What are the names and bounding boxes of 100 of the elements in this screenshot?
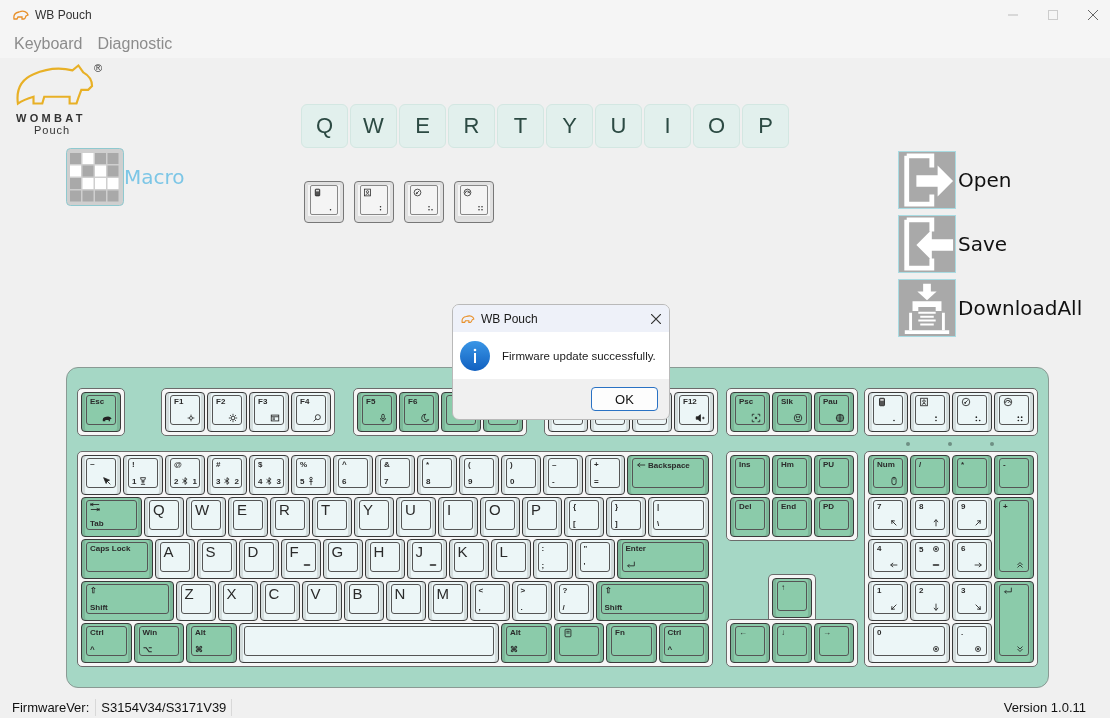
keycap[interactable]: W [186, 497, 226, 537]
keycap[interactable]: { [ [564, 497, 604, 537]
keycap[interactable]: @ 2 1 [165, 455, 205, 495]
keycap[interactable]: ^ 6 [333, 455, 373, 495]
keycap[interactable]: End [772, 497, 812, 537]
close-icon[interactable] [651, 313, 661, 324]
keycap[interactable]: Num [868, 455, 908, 495]
keycap[interactable] [994, 581, 1034, 663]
keycap[interactable]: – - [543, 455, 583, 495]
letter-key[interactable]: Q [301, 104, 348, 148]
keycap[interactable]: Y [354, 497, 394, 537]
keycap[interactable]: / [910, 455, 950, 495]
keycap[interactable]: E [228, 497, 268, 537]
keycap[interactable]: Win ⌥ [133, 623, 184, 663]
keycap[interactable]: 2 [910, 581, 950, 621]
keycap[interactable] [952, 392, 992, 432]
close-icon[interactable] [1088, 10, 1098, 20]
keycap[interactable]: $ 4 3 [249, 455, 289, 495]
keycap[interactable] [994, 392, 1034, 432]
keycap[interactable]: S [196, 539, 237, 579]
keycap[interactable]: H [364, 539, 405, 579]
keycap[interactable]: Ctrl ^ [658, 623, 709, 663]
keycap[interactable]: N [385, 581, 426, 621]
keycap[interactable]: 4 [868, 539, 908, 579]
keycap[interactable]: → [814, 623, 854, 663]
keycap[interactable]: Backspace [627, 455, 709, 495]
keycap[interactable]: * [952, 455, 992, 495]
letter-key[interactable]: W [350, 104, 397, 148]
keycap[interactable]: M [427, 581, 468, 621]
keycap[interactable]: ↑ [772, 578, 812, 618]
keycap[interactable]: F12 [674, 392, 714, 432]
keycap[interactable]: < , [469, 581, 510, 621]
keycap[interactable]: 9 [952, 497, 992, 537]
keycap[interactable]: F3 [249, 392, 289, 432]
keycap[interactable] [868, 392, 908, 432]
letter-key[interactable]: I [644, 104, 691, 148]
keycap[interactable]: + = [585, 455, 625, 495]
letter-key[interactable]: U [595, 104, 642, 148]
keycap[interactable]: F5 [357, 392, 397, 432]
keycap[interactable] [238, 623, 499, 663]
keycap[interactable]: F [280, 539, 321, 579]
keycap[interactable]: " ' [574, 539, 615, 579]
save-button[interactable]: Save [958, 232, 1008, 256]
keycap[interactable]: 6 [952, 539, 992, 579]
keycap[interactable]: ⇧ Shift [81, 581, 174, 621]
keycap[interactable]: # 3 2 [207, 455, 247, 495]
keycap[interactable]: Ins [730, 455, 770, 495]
keycap[interactable]: Fn [606, 623, 657, 663]
keycap[interactable]: ~ [81, 455, 121, 495]
keycap[interactable]: > . [511, 581, 552, 621]
keycap[interactable]: 5 [910, 539, 950, 579]
keycap[interactable]: PD [814, 497, 854, 537]
keycap[interactable]: ? / [553, 581, 594, 621]
keycap[interactable]: V [301, 581, 342, 621]
keycap[interactable]: 0 [868, 623, 950, 663]
letter-key[interactable]: T [497, 104, 544, 148]
letter-key[interactable]: E [399, 104, 446, 148]
keycap[interactable]: Alt ⌘ [186, 623, 237, 663]
keycap[interactable]: ← [730, 623, 770, 663]
keycap[interactable]: 3 [952, 581, 992, 621]
keycap[interactable]: P [522, 497, 562, 537]
keycap[interactable]: T [312, 497, 352, 537]
keycap[interactable]: L [490, 539, 531, 579]
keycap[interactable]: X [217, 581, 258, 621]
keycap[interactable]: + [994, 497, 1034, 579]
keycap[interactable]: * 8 [417, 455, 457, 495]
keycap[interactable]: | \ [648, 497, 709, 537]
keycap[interactable]: D [238, 539, 279, 579]
letter-key[interactable]: Y [546, 104, 593, 148]
keycap[interactable]: Esc [81, 392, 121, 432]
keycap[interactable]: . [952, 623, 992, 663]
keycap[interactable]: & 7 [375, 455, 415, 495]
keycap[interactable]: Tab [81, 497, 142, 537]
open-button[interactable]: Open [958, 168, 1012, 192]
keycap[interactable]: K [448, 539, 489, 579]
keycap[interactable]: % 5 [291, 455, 331, 495]
keycap[interactable]: 1 [868, 581, 908, 621]
keycap[interactable]: ) 0 [501, 455, 541, 495]
keycap[interactable]: Caps Lock [81, 539, 153, 579]
keycap[interactable]: C [259, 581, 300, 621]
keycap[interactable]: I [438, 497, 478, 537]
keycap[interactable]: Hm [772, 455, 812, 495]
keycap[interactable]: Ctrl ^ [81, 623, 132, 663]
keycap[interactable]: } ] [606, 497, 646, 537]
keycap[interactable]: ( 9 [459, 455, 499, 495]
keycap[interactable]: - [994, 455, 1034, 495]
keycap[interactable]: J [406, 539, 447, 579]
keycap[interactable]: U [396, 497, 436, 537]
keycap[interactable]: Psc [730, 392, 770, 432]
keycap[interactable]: 8 [910, 497, 950, 537]
keycap[interactable]: R [270, 497, 310, 537]
keycap[interactable]: G [322, 539, 363, 579]
letter-key[interactable]: P [742, 104, 789, 148]
keycap[interactable]: F6 [399, 392, 439, 432]
keycap[interactable]: 7 [868, 497, 908, 537]
keycap[interactable]: Enter [616, 539, 709, 579]
keycap[interactable]: O [480, 497, 520, 537]
keycap[interactable]: Q [144, 497, 184, 537]
ok-button[interactable]: OK [591, 387, 658, 411]
keycap[interactable]: ⇧ Shift [595, 581, 709, 621]
